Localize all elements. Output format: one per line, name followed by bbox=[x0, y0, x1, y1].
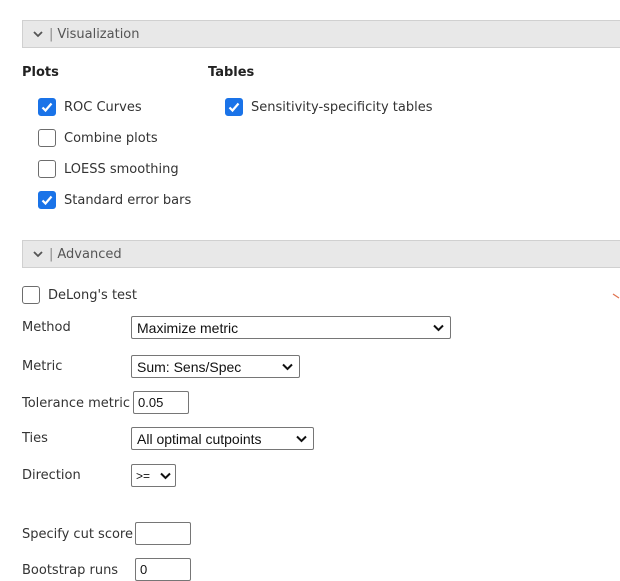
direction-select[interactable]: >= bbox=[131, 464, 176, 487]
standard-error-bars-checkbox[interactable] bbox=[38, 191, 56, 209]
tolerance-metric-input[interactable]: 0.05 bbox=[133, 391, 189, 414]
bootstrap-runs-value: 0 bbox=[140, 562, 148, 577]
bootstrap-runs-label: Bootstrap runs bbox=[22, 563, 119, 578]
loess-smoothing-checkbox[interactable] bbox=[38, 160, 56, 178]
cut-score-input[interactable] bbox=[135, 522, 191, 545]
metric-select-value: Sum: Sens/Spec bbox=[137, 358, 242, 375]
metric-select[interactable]: Sum: Sens/Spec bbox=[131, 355, 300, 378]
direction-label: Direction bbox=[22, 468, 81, 483]
roc-curves-option[interactable]: ROC Curves bbox=[38, 98, 142, 116]
standard-error-bars-option[interactable]: Standard error bars bbox=[38, 191, 191, 209]
delong-test-label: DeLong's test bbox=[48, 287, 137, 303]
ties-select[interactable]: All optimal cutpoints bbox=[131, 427, 314, 450]
metric-label: Metric bbox=[22, 359, 63, 374]
chevron-down-icon bbox=[33, 31, 43, 38]
ties-label: Ties bbox=[22, 431, 48, 446]
delong-test-checkbox[interactable] bbox=[22, 286, 40, 304]
direction-select-value: >= bbox=[136, 468, 151, 483]
roc-curves-checkbox[interactable] bbox=[38, 98, 56, 116]
roc-curves-label: ROC Curves bbox=[64, 99, 142, 115]
standard-error-bars-label: Standard error bars bbox=[64, 192, 192, 208]
chevron-down-icon bbox=[296, 435, 307, 442]
sens-spec-tables-option[interactable]: Sensitivity-specificity tables bbox=[225, 98, 433, 116]
loess-smoothing-label: LOESS smoothing bbox=[64, 161, 179, 177]
tolerance-metric-label: Tolerance metric bbox=[22, 396, 130, 411]
bootstrap-runs-input[interactable]: 0 bbox=[135, 558, 191, 581]
chevron-down-icon bbox=[160, 472, 171, 479]
chevron-down-icon bbox=[282, 363, 293, 370]
advanced-section-title: Advanced bbox=[57, 246, 122, 262]
loess-smoothing-option[interactable]: LOESS smoothing bbox=[38, 160, 179, 178]
check-icon bbox=[41, 102, 53, 113]
header-separator: | bbox=[49, 246, 54, 262]
combine-plots-option[interactable]: Combine plots bbox=[38, 129, 158, 147]
method-label: Method bbox=[22, 320, 71, 335]
visualization-section-title: Visualization bbox=[57, 26, 140, 42]
check-icon bbox=[228, 102, 240, 113]
combine-plots-label: Combine plots bbox=[64, 130, 158, 146]
chevron-down-icon bbox=[433, 324, 444, 331]
tolerance-metric-value: 0.05 bbox=[138, 395, 164, 410]
ties-select-value: All optimal cutpoints bbox=[137, 430, 262, 447]
header-separator: | bbox=[49, 26, 54, 42]
cut-score-label: Specify cut score bbox=[22, 527, 133, 542]
method-select[interactable]: Maximize metric bbox=[131, 316, 451, 339]
check-icon bbox=[41, 195, 53, 206]
delong-test-option[interactable]: DeLong's test bbox=[22, 286, 137, 304]
chevron-down-icon bbox=[33, 251, 43, 258]
visualization-section-header[interactable]: | Visualization bbox=[22, 20, 620, 48]
plots-heading: Plots bbox=[22, 65, 59, 80]
combine-plots-checkbox[interactable] bbox=[38, 129, 56, 147]
tables-heading: Tables bbox=[208, 65, 255, 80]
red-mark-icon bbox=[612, 293, 620, 299]
method-select-value: Maximize metric bbox=[137, 319, 239, 336]
sens-spec-tables-label: Sensitivity-specificity tables bbox=[251, 99, 433, 115]
sens-spec-tables-checkbox[interactable] bbox=[225, 98, 243, 116]
advanced-section-header[interactable]: | Advanced bbox=[22, 240, 620, 268]
